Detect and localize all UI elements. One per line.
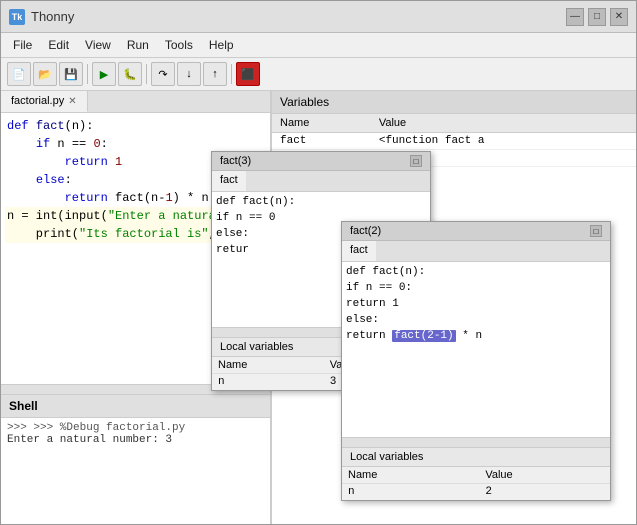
call-window-fact2-code: def fact(n): if n == 0: return 1 else: r…	[342, 262, 610, 437]
toolbar-separator-3	[231, 64, 232, 84]
editor-tab-factorial[interactable]: factorial.py ✕	[1, 91, 88, 112]
variables-cell-fact-name: fact	[272, 133, 371, 150]
call-window-fact2-tabs: fact	[342, 241, 610, 262]
cw2-col-name: Name	[342, 467, 479, 484]
title-bar-left: Tk Thonny	[9, 9, 74, 25]
cw2-line-4: else:	[346, 313, 606, 329]
cw2-line-3: return 1	[346, 297, 606, 313]
menu-file[interactable]: File	[5, 35, 40, 55]
variables-tab[interactable]: Variables	[272, 91, 636, 114]
menu-help[interactable]: Help	[201, 35, 242, 55]
shell-output: Enter a natural number: 3	[7, 434, 264, 446]
cw2-line-1: def fact(n):	[346, 265, 606, 281]
cw2-cell-n-name: n	[342, 484, 479, 501]
toolbar-separator-2	[146, 64, 147, 84]
call-window-fact2: fact(2) □ fact def fact(n): if n == 0: r…	[341, 221, 611, 501]
call-window-fact2-vars-header: Local variables	[342, 447, 610, 467]
cw2-col-value: Value	[479, 467, 610, 484]
save-button[interactable]: 💾	[59, 62, 83, 86]
right-panel: Variables Name Value fact <funct	[271, 91, 636, 524]
window-title: Thonny	[31, 9, 74, 24]
shell-content[interactable]: >>> >>> %Debug factorial.py Enter a natu…	[1, 418, 270, 524]
variables-col-value: Value	[371, 114, 636, 133]
step-into-button[interactable]: ↓	[177, 62, 201, 86]
variables-col-name: Name	[272, 114, 371, 133]
editor-tab-label: factorial.py	[11, 95, 64, 107]
toolbar: 📄 📂 💾 ▶ 🐛 ↷ ↓ ↑ ⬛	[1, 58, 636, 91]
shell-command: >>> %Debug factorial.py	[33, 422, 185, 434]
call-window-fact2-title-label: fact(2)	[350, 225, 381, 237]
variables-row-fact: fact <function fact a	[272, 133, 636, 150]
call-window-fact2-vars-table: Name Value n 2	[342, 467, 610, 500]
shell-header: Shell	[1, 395, 270, 418]
call-window-fact3-tabs: fact	[212, 171, 430, 192]
call-window-fact2-title: fact(2) □	[342, 222, 610, 241]
open-button[interactable]: 📂	[33, 62, 57, 86]
app-icon: Tk	[9, 9, 25, 25]
call-window-fact3-close[interactable]: □	[410, 155, 422, 167]
editor-tab-bar: factorial.py ✕	[1, 91, 270, 113]
editor-tab-close[interactable]: ✕	[68, 96, 76, 107]
stop-button[interactable]: ⬛	[236, 62, 260, 86]
cw2-cell-n-value: 2	[479, 484, 610, 501]
title-bar: Tk Thonny — □ ✕	[1, 1, 636, 33]
minimize-button[interactable]: —	[566, 8, 584, 26]
debug-button[interactable]: 🐛	[118, 62, 142, 86]
menu-edit[interactable]: Edit	[40, 35, 77, 55]
cw2-line-2: if n == 0:	[346, 281, 606, 297]
title-controls: — □ ✕	[566, 8, 628, 26]
run-button[interactable]: ▶	[92, 62, 116, 86]
cw1-col-name: Name	[212, 357, 324, 374]
menu-run[interactable]: Run	[119, 35, 157, 55]
call-window-fact2-close[interactable]: □	[590, 225, 602, 237]
cw2-row-n: n 2	[342, 484, 610, 501]
call-window-fact3-title: fact(3) □	[212, 152, 430, 171]
variables-cell-fact-value: <function fact a	[371, 133, 636, 150]
step-over-button[interactable]: ↷	[151, 62, 175, 86]
shell-area: Shell >>> >>> %Debug factorial.py Enter …	[1, 394, 270, 524]
call-window-fact3-tab-fact[interactable]: fact	[212, 171, 246, 191]
main-area: factorial.py ✕ def fact(n): if n == 0: r…	[1, 91, 636, 524]
close-button[interactable]: ✕	[610, 8, 628, 26]
cw1-cell-n-name: n	[212, 374, 324, 391]
call-window-fact2-tab-fact[interactable]: fact	[342, 241, 376, 261]
toolbar-separator-1	[87, 64, 88, 84]
new-button[interactable]: 📄	[7, 62, 31, 86]
menu-bar: File Edit View Run Tools Help	[1, 33, 636, 58]
maximize-button[interactable]: □	[588, 8, 606, 26]
menu-view[interactable]: View	[77, 35, 119, 55]
call-window-fact3-title-label: fact(3)	[220, 155, 251, 167]
main-window: Tk Thonny — □ ✕ File Edit View Run Tools…	[0, 0, 637, 525]
step-out-button[interactable]: ↑	[203, 62, 227, 86]
menu-tools[interactable]: Tools	[157, 35, 201, 55]
shell-prompt: >>> >>> %Debug factorial.py	[7, 422, 264, 434]
code-line-1: def fact(n):	[5, 117, 266, 135]
cw1-line-1: def fact(n):	[216, 195, 426, 211]
cw2-h-scrollbar[interactable]	[342, 437, 610, 447]
cw2-line-5: return fact(2-1) * n	[346, 329, 606, 345]
